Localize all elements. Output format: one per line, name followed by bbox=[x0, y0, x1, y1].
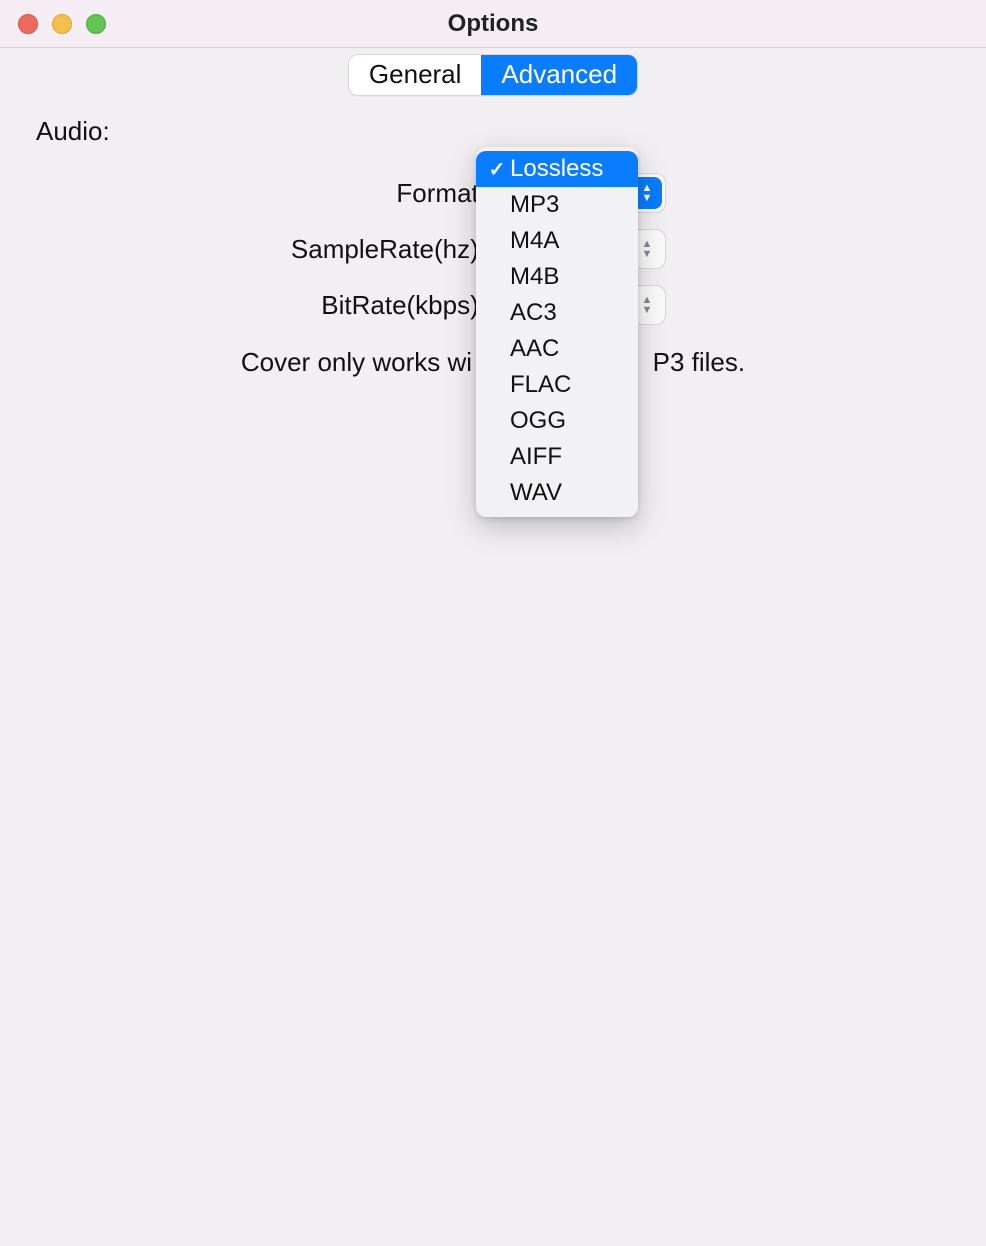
bitrate-label: BitRate(kbps): bbox=[0, 290, 490, 321]
titlebar: Options bbox=[0, 0, 986, 48]
checkmark-icon: ✓ bbox=[486, 157, 508, 182]
tabs-row: General Advanced bbox=[0, 54, 986, 96]
format-dropdown-menu: ✓ Lossless ✓ MP3 ✓ M4A ✓ M4B ✓ AC3 ✓ AAC… bbox=[476, 147, 638, 517]
format-option-m4a[interactable]: ✓ M4A bbox=[476, 223, 638, 259]
format-option-ogg[interactable]: ✓ OGG bbox=[476, 403, 638, 439]
format-option-label: OGG bbox=[508, 407, 566, 435]
format-option-aac[interactable]: ✓ AAC bbox=[476, 331, 638, 367]
format-option-label: M4A bbox=[508, 227, 559, 255]
format-option-label: MP3 bbox=[508, 191, 559, 219]
format-option-wav[interactable]: ✓ WAV bbox=[476, 475, 638, 511]
minimize-window-button[interactable] bbox=[52, 14, 72, 34]
zoom-window-button[interactable] bbox=[86, 14, 106, 34]
format-option-mp3[interactable]: ✓ MP3 bbox=[476, 187, 638, 223]
close-window-button[interactable] bbox=[18, 14, 38, 34]
format-option-label: WAV bbox=[508, 479, 562, 507]
format-option-lossless[interactable]: ✓ Lossless bbox=[476, 151, 638, 187]
format-option-label: M4B bbox=[508, 263, 559, 291]
audio-section-label: Audio: bbox=[36, 116, 986, 147]
format-option-m4b[interactable]: ✓ M4B bbox=[476, 259, 638, 295]
format-option-label: AC3 bbox=[508, 299, 557, 327]
traffic-lights bbox=[18, 14, 106, 34]
tab-segmented-control: General Advanced bbox=[348, 54, 638, 96]
cover-note-prefix: Cover only works wi bbox=[241, 347, 472, 377]
format-option-flac[interactable]: ✓ FLAC bbox=[476, 367, 638, 403]
format-option-label: AAC bbox=[508, 335, 559, 363]
format-option-label: Lossless bbox=[508, 155, 603, 183]
window-title: Options bbox=[448, 10, 539, 38]
format-option-label: AIFF bbox=[508, 443, 562, 471]
cover-note-suffix: P3 files. bbox=[653, 347, 746, 377]
tab-advanced[interactable]: Advanced bbox=[481, 55, 637, 95]
format-label: Format: bbox=[0, 178, 490, 209]
format-option-label: FLAC bbox=[508, 371, 571, 399]
format-option-ac3[interactable]: ✓ AC3 bbox=[476, 295, 638, 331]
tab-general[interactable]: General bbox=[349, 55, 482, 95]
samplerate-label: SampleRate(hz): bbox=[0, 234, 490, 265]
format-option-aiff[interactable]: ✓ AIFF bbox=[476, 439, 638, 475]
